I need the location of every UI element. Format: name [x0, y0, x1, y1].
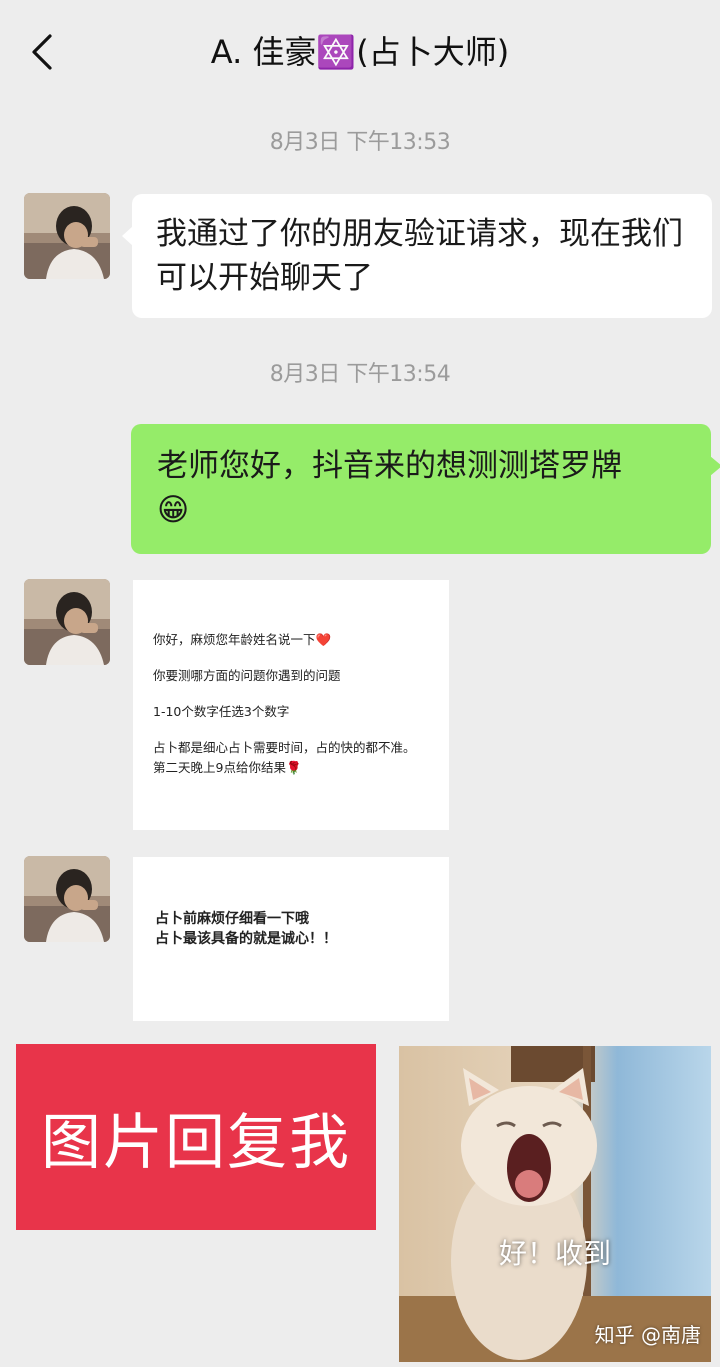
- image-text-line: 你好，麻烦您年龄姓名说一下❤️: [153, 632, 332, 647]
- card-text: 图片回复我: [41, 1107, 351, 1178]
- image-text-line: 占卜前麻烦仔细看一下哦: [155, 911, 309, 927]
- timestamp: 8月3日 下午13:53: [269, 130, 451, 155]
- image-text-line: 占卜都是细心占卜需要时间，占的快的都不准。: [153, 740, 416, 755]
- message-bubble-incoming[interactable]: 我通过了你的朋友验证请求，现在我们可以开始聊天了: [122, 194, 712, 318]
- contact-avatar[interactable]: [24, 856, 110, 942]
- chat-title[interactable]: A. 佳豪🔯(占卜大师): [0, 28, 720, 76]
- cat-sticker-image[interactable]: 好！收到 知乎 @南唐: [399, 1046, 711, 1362]
- message-text: 老师您好，抖音来的想测测塔罗牌: [157, 448, 622, 484]
- image-text-line: 1-10个数字任选3个数字: [153, 704, 290, 719]
- watermark: 知乎 @南唐: [594, 1323, 701, 1347]
- message-bubble-outgoing[interactable]: 老师您好，抖音来的想测测塔罗牌 😁: [131, 424, 720, 554]
- image-text-line: 你要测哪方面的问题你遇到的问题: [153, 668, 341, 683]
- image-text-line: 第二天晚上9点给你结果🌹: [153, 760, 302, 775]
- chat-header: A. 佳豪🔯(占卜大师): [0, 0, 720, 100]
- image-text-line: 占卜最该具备的就是诚心！！: [155, 931, 337, 947]
- image-message[interactable]: 占卜前麻烦仔细看一下哦 占卜最该具备的就是诚心！！: [133, 857, 449, 1021]
- grin-emoji: 😁: [157, 492, 190, 528]
- reply-with-image-card: 图片回复我: [16, 1044, 376, 1230]
- message-text: 我通过了你的朋友验证请求，现在我们可以开始聊天了: [156, 216, 683, 296]
- contact-avatar[interactable]: [24, 579, 110, 665]
- timestamp: 8月3日 下午13:54: [269, 362, 451, 387]
- image-message[interactable]: 你好，麻烦您年龄姓名说一下❤️ 你要测哪方面的问题你遇到的问题 1-10个数字任…: [133, 580, 449, 830]
- cat-illustration: [399, 1046, 711, 1362]
- contact-avatar[interactable]: [24, 193, 110, 279]
- sticker-caption: 好！收到: [498, 1237, 611, 1270]
